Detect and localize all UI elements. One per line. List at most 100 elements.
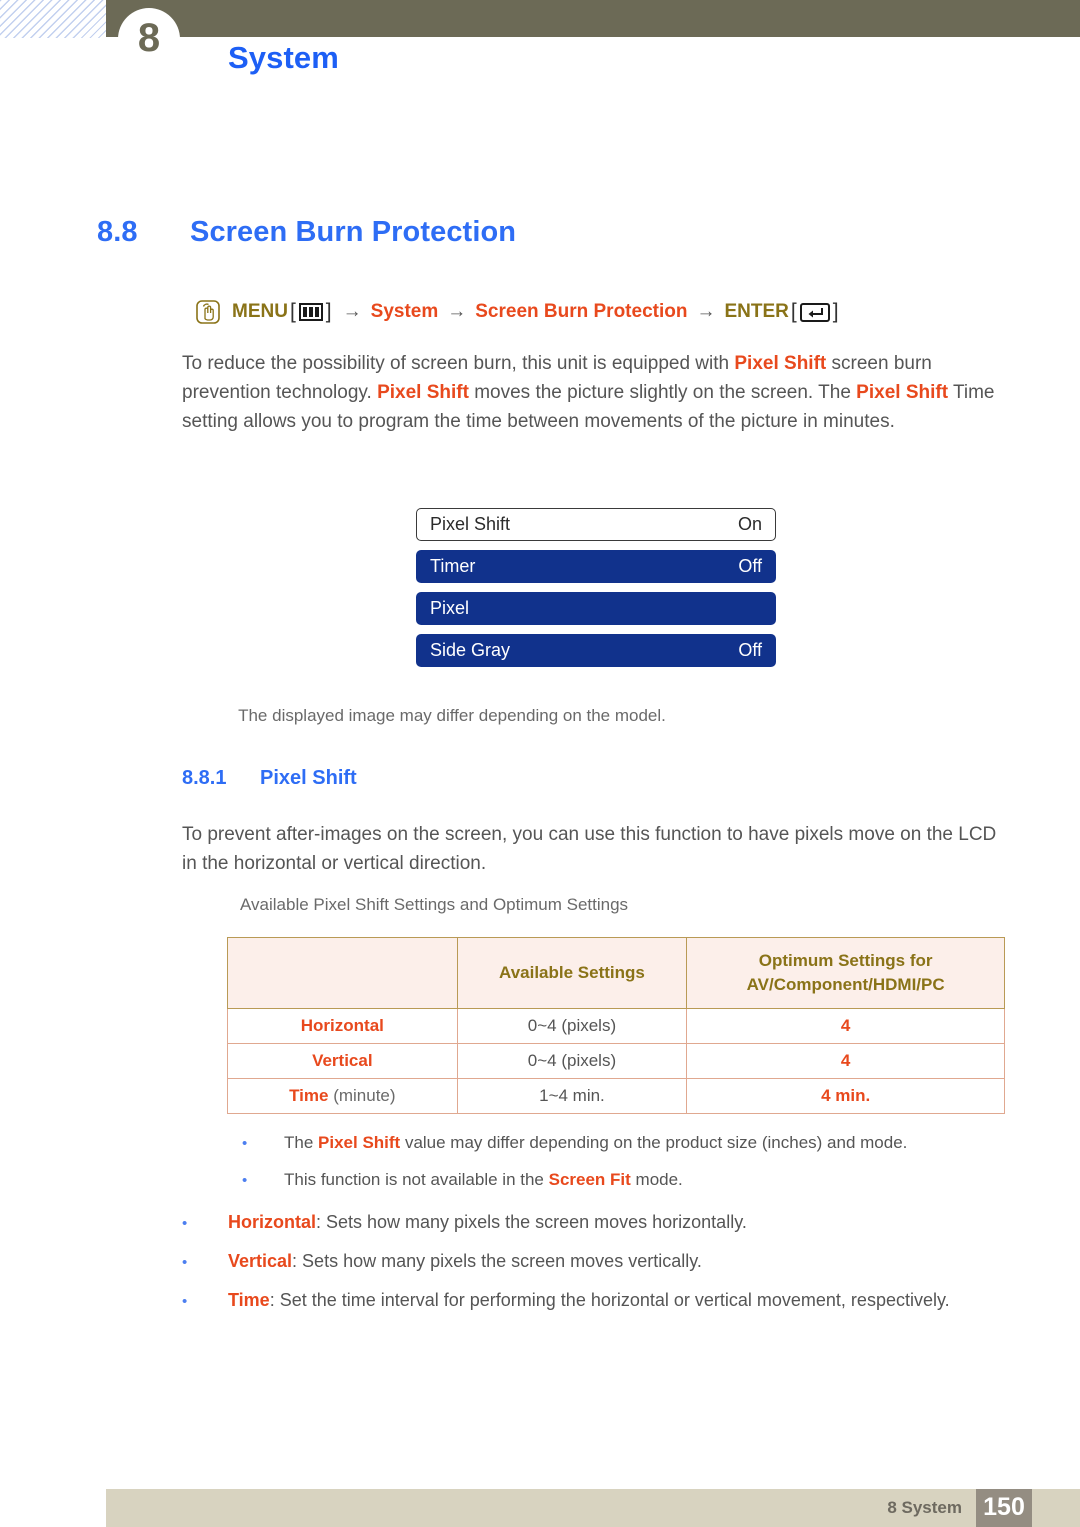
table-cell-available-vertical: 0~4 (pixels) [456,1043,688,1079]
table-cell-optimum-vertical: 4 [686,1043,1005,1079]
note-pre-0: The [284,1133,319,1152]
subsection-paragraph: To prevent after-images on the screen, y… [182,824,997,874]
options-list: • Horizontal: Sets how many pixels the s… [182,1212,1022,1329]
bracket-open-menu: [ [289,300,296,323]
bracket-open-enter: [ [790,300,797,323]
note-post-1: mode. [630,1170,683,1189]
list-item: • The Pixel Shift value may differ depen… [242,1133,1022,1153]
table-cell-available-horizontal: 0~4 (pixels) [456,1008,688,1044]
table-header-blank [227,937,458,1009]
option-post-time: : Set the time interval for performing t… [269,1290,950,1310]
option-bold-vertical: Vertical [228,1251,293,1271]
chapter-title: System [228,40,339,75]
osd-row-side-gray[interactable]: Side Gray Off [416,634,776,667]
arrow-right-icon-2: → [447,301,467,322]
bullet-icon: • [182,1293,188,1310]
note-post-0: value may differ depending on the produc… [400,1133,908,1152]
table-cell-label-time: Time (minute) [227,1078,458,1114]
osd-label-pixel-shift: Pixel Shift [430,514,511,534]
bullet-icon: • [182,1254,188,1271]
notes-list: • The Pixel Shift value may differ depen… [242,1133,1022,1207]
bullet-icon: • [182,1215,188,1232]
table-row: Horizontal 0~4 (pixels) 4 [227,1008,1005,1044]
subsection-title-text: Pixel Shift [260,767,357,789]
osd-value-side-gray: Off [738,640,762,660]
osd-value-timer: Off [738,556,762,576]
row-label-time-unit: (minute) [328,1086,396,1105]
table-header-optimum-line2: AV/Component/HDMI/PC [746,975,945,994]
table-intro-label: Available Pixel Shift Settings and Optim… [240,895,629,914]
note-pre-1: This function is not available in the [284,1170,549,1189]
intro-paragraph: To reduce the possibility of screen burn… [182,349,1010,436]
row-label-horizontal: Horizontal [300,1016,384,1035]
menu-path-breadcrumb: MENU [ ] → System → Screen Burn Protecti… [196,300,841,324]
subsection-title: 8.8.1 Pixel Shift [182,767,357,790]
row-label-vertical: Vertical [312,1051,373,1070]
menu-label: MENU [232,301,288,322]
decorative-hatch-pattern [0,0,106,38]
option-post-vertical: : Sets how many pixels the screen moves … [292,1251,702,1271]
list-item: • Horizontal: Sets how many pixels the s… [182,1212,1022,1233]
osd-row-pixel[interactable]: Pixel [416,592,776,625]
intro-text-3: moves the picture slightly on the screen… [468,382,857,403]
option-text-horizontal: Horizontal: Sets how many pixels the scr… [228,1212,747,1233]
subsection-number: 8.8.1 [182,767,227,789]
table-cell-optimum-time: 4 min. [686,1078,1005,1114]
note-text-1: This function is not available in the Sc… [284,1170,683,1190]
option-post-horizontal: : Sets how many pixels the screen moves … [316,1212,747,1232]
intro-text-1: To reduce the possibility of screen burn… [182,353,735,374]
table-header-available-settings: Available Settings [456,937,688,1009]
table-cell-label-vertical: Vertical [227,1043,458,1079]
osd-value-pixel-shift: On [737,514,762,534]
hand-press-icon [196,300,220,324]
section-title: Screen Burn Protection [190,216,517,248]
enter-key-icon [799,302,830,322]
option-bold-time: Time [228,1290,270,1310]
bullet-icon: • [242,1135,248,1152]
bracket-close-enter: ] [832,300,839,323]
table-header-optimum-settings: Optimum Settings for AV/Component/HDMI/P… [686,937,1005,1009]
intro-bold-1: Pixel Shift [734,353,827,374]
arrow-right-icon-1: → [342,301,362,322]
section-number: 8.8 [97,216,138,248]
list-item: • Vertical: Sets how many pixels the scr… [182,1251,1022,1272]
table-cell-available-time: 1~4 min. [456,1078,688,1114]
arrow-right-icon-3: → [696,301,716,322]
menu-bars-icon [298,303,323,321]
note-bold-0: Pixel Shift [318,1133,401,1152]
osd-row-timer[interactable]: Timer Off [416,550,776,583]
osd-label-pixel: Pixel [430,598,470,618]
intro-bold-3: Pixel Shift [856,382,949,403]
table-cell-label-horizontal: Horizontal [227,1008,458,1044]
path-step-system: System [370,301,439,322]
footer-chapter-label: 8 System [887,1498,962,1517]
chapter-number-badge: 8 [118,8,180,70]
page-number-badge: 150 [976,1489,1032,1527]
option-bold-horizontal: Horizontal [228,1212,316,1232]
option-text-vertical: Vertical: Sets how many pixels the scree… [228,1251,702,1272]
table-cell-optimum-horizontal: 4 [686,1008,1005,1044]
osd-menu-preview: Pixel Shift On Timer Off Pixel Side Gray… [416,508,776,676]
list-item: • Time: Set the time interval for perfor… [182,1290,1022,1311]
osd-row-pixel-shift[interactable]: Pixel Shift On [416,508,776,541]
table-row: Time (minute) 1~4 min. 4 min. [227,1078,1005,1114]
page-title: 8.8 Screen Burn Protection [97,216,516,249]
enter-label: ENTER [724,301,789,322]
intro-bold-2: Pixel Shift [377,382,469,403]
bracket-close-menu: ] [325,300,332,323]
option-text-time: Time: Set the time interval for performi… [228,1290,950,1311]
table-header-row: Available Settings Optimum Settings for … [227,937,1005,1009]
table-row: Vertical 0~4 (pixels) 4 [227,1043,1005,1079]
osd-label-timer: Timer [430,556,476,576]
list-item: • This function is not available in the … [242,1170,1022,1190]
header-bar [106,0,1080,37]
bullet-icon: • [242,1172,248,1189]
note-bold-1: Screen Fit [548,1170,631,1189]
path-step-screen-burn-protection: Screen Burn Protection [475,301,688,322]
table-header-optimum-line1: Optimum Settings for [758,951,933,970]
osd-label-side-gray: Side Gray [430,640,511,660]
osd-caption: The displayed image may differ depending… [238,706,666,725]
note-text-0: The Pixel Shift value may differ dependi… [284,1133,907,1153]
pixel-shift-settings-table: Available Settings Optimum Settings for … [227,937,1005,1114]
row-label-time: Time [289,1086,329,1105]
